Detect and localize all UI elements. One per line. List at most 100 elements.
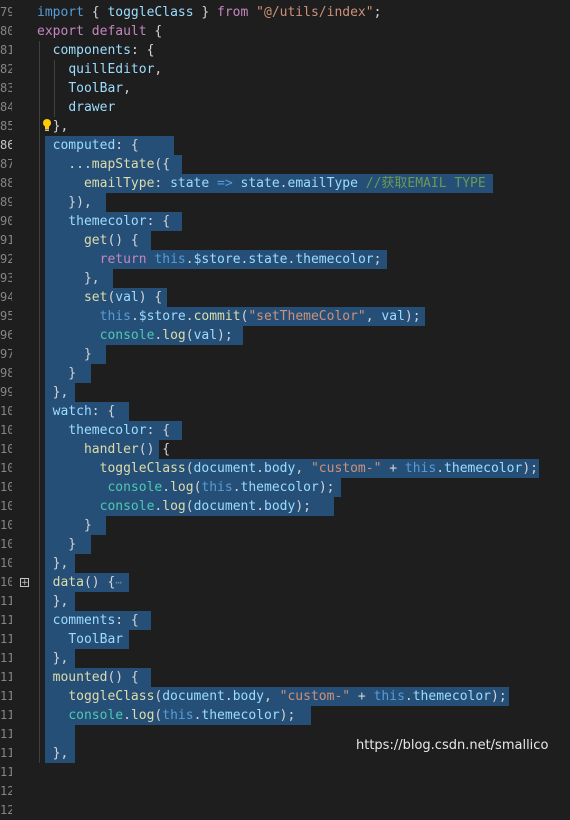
code-line[interactable]: console.log(document.body); [37,497,311,516]
code-line[interactable]: return this.$store.state.themecolor; [37,250,382,269]
code-line[interactable]: }, [37,649,69,668]
code-line[interactable]: }, [37,383,69,402]
line-number[interactable]: 79 [0,3,12,22]
line-number[interactable]: 88 [0,174,12,193]
code-token: + [381,461,405,476]
line-number[interactable]: 113 [0,649,12,668]
code-line[interactable]: } [37,535,76,554]
code-line[interactable]: } [37,345,92,364]
code-line[interactable]: themecolor: { [37,421,170,440]
line-number-gutter: 79 80 81 82 83 84 85 86 87 88 89 90 91 92 93 94 95 96 97 98… [0,0,30,817]
line-number[interactable]: 99 [0,383,12,402]
code-line[interactable]: mounted() { [37,668,139,687]
line-number[interactable]: 116 [0,706,12,725]
line-number[interactable]: 109 [0,573,12,592]
line-number[interactable]: 96 [0,326,12,345]
line-number[interactable]: 81 [0,41,12,60]
code-line[interactable]: export default { [37,22,162,41]
line-number[interactable]: 110 [0,592,12,611]
code-token: body [264,461,296,476]
line-number[interactable]: 115 [0,687,12,706]
code-line[interactable]: } [37,516,92,535]
code-line[interactable]: emailType: state => state.emailType //获取… [37,174,486,193]
code-line[interactable]: quillEditor, [37,60,162,79]
code-token: "custom-" [279,689,351,704]
code-line[interactable]: toggleClass(document.body, "custom-" + t… [37,459,538,478]
code-token: export [37,24,84,39]
folded-region-ellipsis[interactable]: ⋯ [115,573,122,592]
line-number[interactable]: 86 [0,136,12,155]
line-number[interactable]: 117 [0,725,12,744]
line-number[interactable]: 85 [0,117,12,136]
line-number[interactable]: 120 [0,782,12,801]
code-line[interactable]: }, [37,744,69,763]
code-line[interactable]: }), [37,193,92,212]
code-token: : { [146,423,171,438]
code-line[interactable]: drawer [37,98,115,117]
line-number[interactable]: 97 [0,345,12,364]
lightbulb-icon[interactable] [42,118,52,132]
code-token: . [436,461,445,476]
code-line[interactable]: import { toggleClass } from "@/utils/ind… [37,3,381,22]
code-line[interactable]: watch: { [37,402,116,421]
code-line[interactable]: }, [37,269,100,288]
code-token: ( [185,328,194,343]
code-line[interactable]: }, [37,592,69,611]
code-line[interactable]: comments: { [37,611,139,630]
code-line[interactable]: }, [37,554,69,573]
line-number[interactable]: 94 [0,288,12,307]
line-number[interactable]: 80 [0,22,12,41]
code-line[interactable]: console.log(this.themecolor); [37,706,295,725]
line-number[interactable]: 98 [0,364,12,383]
code-token: () { [138,442,171,457]
code-line[interactable]: } [37,364,76,383]
line-number[interactable]: 101 [0,421,12,440]
line-number[interactable]: 100 [0,402,12,421]
code-line[interactable]: ToolBar [37,630,123,649]
line-number[interactable]: 84 [0,98,12,117]
line-number[interactable]: 106 [0,516,12,535]
line-number[interactable]: 91 [0,231,12,250]
line-number[interactable]: 121 [0,801,12,820]
code-line[interactable]: data() {⋯ [37,573,122,592]
code-line[interactable]: this.$store.commit("setThemeColor", val)… [37,307,421,326]
code-area[interactable]: import { toggleClass } from "@/utils/ind… [37,0,570,767]
code-line[interactable]: computed: { [37,136,139,155]
line-number[interactable]: 82 [0,60,12,79]
line-number[interactable]: 102 [0,440,12,459]
line-number[interactable]: 108 [0,554,12,573]
line-number[interactable]: 87 [0,155,12,174]
code-editor[interactable]: 79 80 81 82 83 84 85 86 87 88 89 90 91 92 93 94 95 96 97 98… [0,0,570,817]
line-number[interactable]: 83 [0,79,12,98]
code-line[interactable]: toggleClass(document.body, "custom-" + t… [37,687,506,706]
line-number[interactable]: 90 [0,212,12,231]
code-token: this [404,461,437,476]
line-number[interactable]: 107 [0,535,12,554]
line-number[interactable]: 112 [0,630,12,649]
code-token: handler [83,442,139,457]
code-line[interactable]: set(val) { [37,288,162,307]
code-token: //获取EMAIL TYPE [365,176,486,191]
line-number[interactable]: 114 [0,668,12,687]
code-line[interactable]: themecolor: { [37,212,170,231]
code-line[interactable]: console.log(val); [37,326,233,345]
line-number[interactable]: 104 [0,478,12,497]
line-number[interactable]: 118 [0,744,12,763]
code-token: state [248,252,288,267]
code-line[interactable]: components: { [37,41,155,60]
line-number[interactable]: 119 [0,763,12,782]
line-number[interactable]: 89 [0,193,12,212]
code-line[interactable]: ...mapState({ [37,155,170,174]
line-number[interactable]: 92 [0,250,12,269]
fold-expand-icon[interactable]: + [20,578,29,588]
code-line[interactable]: console.log(this.themecolor); [37,478,334,497]
code-line[interactable]: ToolBar, [37,79,131,98]
line-number[interactable]: 111 [0,611,12,630]
line-number[interactable]: 95 [0,307,12,326]
line-number[interactable]: 105 [0,497,12,516]
line-number[interactable]: 103 [0,459,12,478]
line-number[interactable]: 93 [0,269,12,288]
code-line[interactable]: get() { [37,231,139,250]
code-line[interactable]: handler() { [37,440,170,459]
